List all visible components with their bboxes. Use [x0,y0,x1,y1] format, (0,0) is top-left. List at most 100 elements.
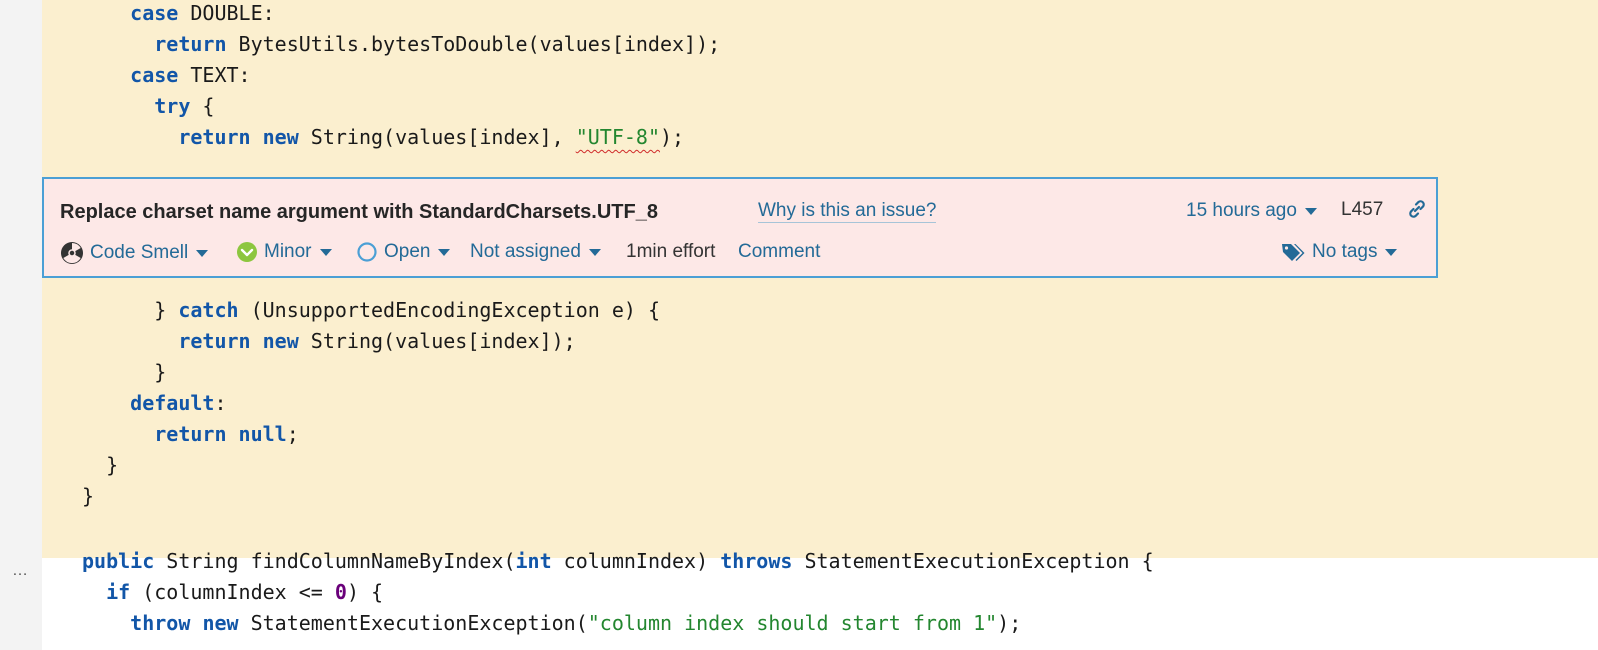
code-line: return null; [42,419,299,450]
code-token: try [154,94,191,118]
effort-label: 1min effort [626,241,716,262]
code-line: return new String(values[index]); [42,326,576,357]
code-token: { [190,94,215,118]
chevron-down-icon [438,248,451,256]
code-token: 0 [334,580,347,604]
code-token: String findColumnNameByIndex( [154,549,516,573]
issue-title: Replace charset name argument with Stand… [60,201,658,223]
code-token: (columnIndex <= [130,580,335,604]
issue-age-label: 15 hours ago [1186,200,1297,221]
code-token: StatementExecutionException( [238,611,588,635]
code-token: throw [130,611,191,635]
code-token: case [130,63,179,87]
chevron-down-icon [1385,248,1398,256]
issue-type-dropdown[interactable]: Code Smell [60,241,209,265]
code-token: BytesUtils.bytesToDouble(values[index]); [226,32,721,56]
code-line: } [42,357,166,388]
issue-age-dropdown[interactable]: 15 hours ago [1186,200,1317,222]
code-token: : [214,391,227,415]
code-smell-icon [61,242,83,264]
tags-dropdown[interactable]: No tags [1280,241,1398,263]
severity-dropdown[interactable]: Minor [236,241,332,263]
code-token: String(values[index], [298,125,576,149]
minor-severity-icon [237,242,257,262]
line-gutter [0,0,42,650]
severity-label: Minor [264,241,312,262]
code-line: case DOUBLE: [42,0,275,29]
assignee-label: Not assigned [470,241,581,262]
code-token: return [154,32,227,56]
code-line: throw new StatementExecutionException("c… [42,608,1021,639]
comment-link[interactable]: Comment [738,241,820,263]
code-token: new [262,125,299,149]
why-issue-link[interactable]: Why is this an issue? [758,200,937,223]
gutter-expand-icon[interactable]: … [12,562,28,580]
code-token: columnIndex) [551,549,721,573]
code-token: "UTF-8" [575,125,660,149]
chevron-down-icon [319,248,332,256]
code-token: String(values[index]); [298,329,576,353]
code-token: return [154,422,227,446]
code-token: return [178,329,251,353]
code-token: new [202,611,239,635]
code-line: } [42,481,94,512]
chevron-down-icon [196,249,209,257]
code-token: default [130,391,215,415]
issue-box: Replace charset name argument with Stand… [42,177,1438,278]
code-line: } catch (UnsupportedEncodingException e)… [42,295,660,326]
tag-icon [1282,244,1305,261]
code-line: case TEXT: [42,60,251,91]
code-token: new [262,329,299,353]
highlighted-code-region [42,0,1598,558]
code-token: case [130,1,179,25]
code-line: try { [42,91,214,122]
assignee-dropdown[interactable]: Not assigned [470,241,601,263]
code-token: if [106,580,131,604]
chevron-down-icon [588,248,601,256]
code-token: ; [286,422,299,446]
permalink-icon[interactable] [1405,197,1429,221]
code-line: return new String(values[index], "UTF-8"… [42,122,684,153]
code-token: } [82,484,95,508]
code-token: null [238,422,287,446]
code-token: ); [660,125,685,149]
code-token: } [154,360,167,384]
tags-label: No tags [1312,241,1378,262]
code-token: TEXT: [178,63,251,87]
code-token: DOUBLE: [178,1,275,25]
open-status-icon [357,242,377,262]
code-line: public String findColumnNameByIndex(int … [42,546,1154,577]
code-token: return [178,125,251,149]
code-token: } [154,298,179,322]
code-token: ); [997,611,1022,635]
code-token: throws [720,549,793,573]
code-line: } [42,450,118,481]
code-token: } [106,453,119,477]
code-token: (UnsupportedEncodingException e) { [238,298,660,322]
status-label: Open [384,241,431,262]
status-dropdown[interactable]: Open [356,241,451,263]
code-token: public [82,549,155,573]
chevron-down-icon [1304,207,1317,215]
code-token: ) { [346,580,384,604]
code-token: int [515,549,552,573]
code-line: default: [42,388,227,419]
code-line: return BytesUtils.bytesToDouble(values[i… [42,29,720,60]
